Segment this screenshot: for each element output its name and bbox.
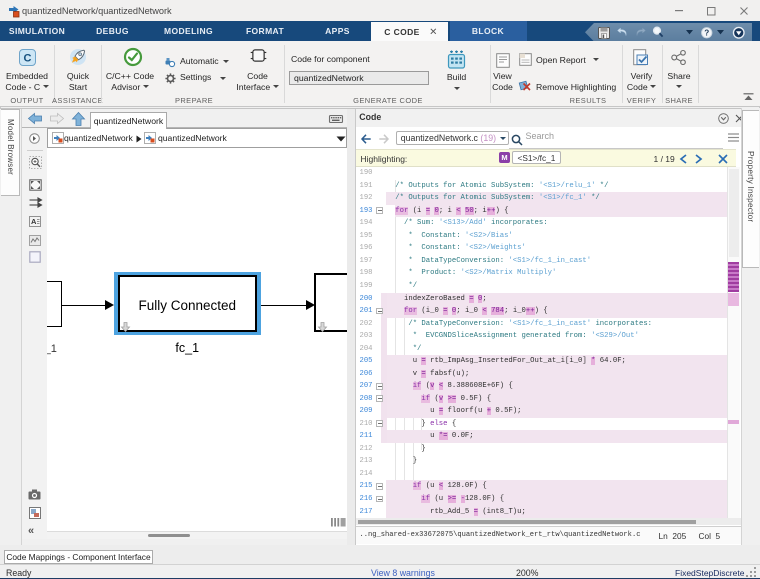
svg-text:?: ? [704,28,709,37]
svg-text:A: A [31,217,37,226]
svg-text:C: C [24,53,32,65]
